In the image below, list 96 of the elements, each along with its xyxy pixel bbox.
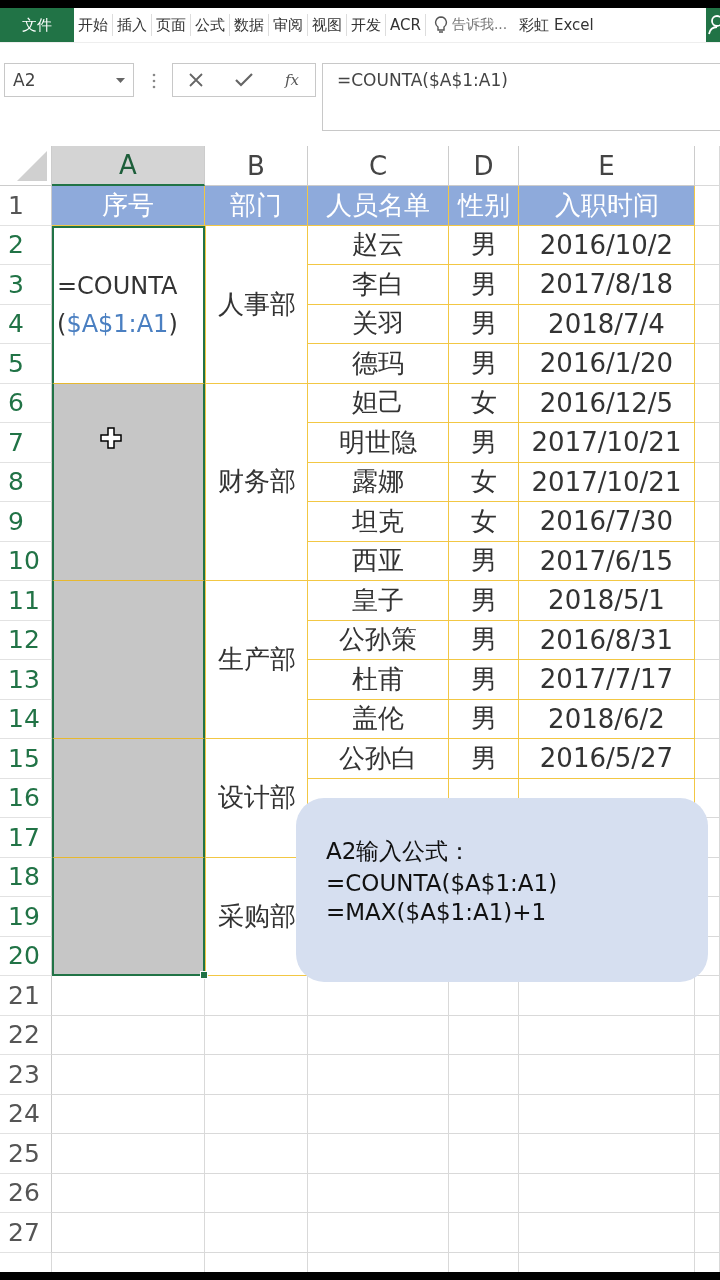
header-cell: 部门	[205, 186, 308, 226]
row-header[interactable]: 25	[0, 1134, 52, 1174]
dropdown-caret-icon	[116, 77, 125, 83]
callout-text: =MAX($A$1:A1)+1	[326, 899, 548, 925]
tell-me-search[interactable]: 告诉我...	[433, 16, 508, 34]
ribbon-tab[interactable]: 页面	[152, 14, 191, 36]
fill-handle[interactable]	[200, 971, 208, 979]
header-cell: 入职时间	[519, 186, 695, 226]
account-name[interactable]: 彩虹 Excel	[519, 15, 594, 35]
column-header[interactable]: C	[308, 146, 449, 186]
cancel-icon[interactable]	[189, 73, 203, 87]
ribbon-tab[interactable]: 开始	[74, 14, 113, 36]
row-header[interactable]: 22	[0, 1015, 52, 1055]
date-cell: 2016/1/20	[519, 344, 695, 384]
ribbon-tab[interactable]: 公式	[191, 14, 230, 36]
name-cell: 关羽	[308, 304, 449, 344]
file-tab[interactable]: 文件	[0, 8, 74, 42]
insert-function-button[interactable]: fx	[284, 71, 299, 89]
name-cell: 德玛	[308, 344, 449, 384]
date-cell: 2018/7/4	[519, 304, 695, 344]
column-header[interactable]: A	[52, 146, 205, 186]
name-cell: 公孙策	[308, 620, 449, 660]
date-cell: 2016/8/31	[519, 620, 695, 660]
ribbon-tab[interactable]: 审阅	[269, 14, 308, 36]
selected-cell[interactable]	[52, 383, 205, 581]
ribbon-tab[interactable]: ACR	[386, 14, 426, 36]
name-cell: 杜甫	[308, 660, 449, 700]
department-cell: 设计部	[205, 739, 308, 858]
gender-cell: 男	[449, 541, 519, 581]
check-icon[interactable]	[234, 73, 253, 87]
date-cell: 2017/10/21	[519, 423, 695, 463]
gender-cell: 男	[449, 699, 519, 739]
ribbon-tab[interactable]: 插入	[113, 14, 152, 36]
date-cell: 2017/6/15	[519, 541, 695, 581]
name-cell: 明世隐	[308, 423, 449, 463]
name-cell: 李白	[308, 265, 449, 305]
name-cell: 西亚	[308, 541, 449, 581]
date-cell: 2017/10/21	[519, 462, 695, 502]
row-header[interactable]: 21	[0, 976, 52, 1016]
date-cell: 2016/10/2	[519, 225, 695, 265]
date-cell: 2017/8/18	[519, 265, 695, 305]
date-cell: 2016/12/5	[519, 383, 695, 423]
person-icon	[708, 15, 720, 35]
date-cell: 2016/7/30	[519, 502, 695, 542]
lightbulb-icon	[433, 16, 448, 34]
name-cell: 盖伦	[308, 699, 449, 739]
gender-cell: 男	[449, 739, 519, 779]
cross-cursor-icon	[100, 427, 122, 449]
formula-text: =COUNTA($A$1:A1)	[56, 271, 179, 340]
more-icon[interactable]	[152, 73, 156, 89]
ribbon-tab[interactable]: 视图	[308, 14, 347, 36]
gender-cell: 男	[449, 265, 519, 305]
header-cell: 性别	[449, 186, 519, 226]
gender-cell: 男	[449, 225, 519, 265]
column-header[interactable]: E	[519, 146, 695, 186]
department-cell: 财务部	[205, 383, 308, 581]
ribbon-tab[interactable]: 数据	[230, 14, 269, 36]
share-button[interactable]	[706, 8, 720, 42]
selected-cell[interactable]	[52, 857, 205, 976]
selected-cell[interactable]	[52, 581, 205, 739]
gender-cell: 女	[449, 462, 519, 502]
gender-cell: 男	[449, 660, 519, 700]
name-box[interactable]: A2	[4, 63, 134, 97]
name-cell: 坦克	[308, 502, 449, 542]
callout-text: A2输入公式：	[326, 837, 473, 866]
department-cell: 人事部	[205, 225, 308, 384]
name-cell: 露娜	[308, 462, 449, 502]
date-cell: 2018/6/2	[519, 699, 695, 739]
gender-cell: 男	[449, 581, 519, 621]
header-cell: 序号	[52, 186, 205, 226]
name-cell: 妲己	[308, 383, 449, 423]
department-cell: 生产部	[205, 581, 308, 739]
date-cell: 2018/5/1	[519, 581, 695, 621]
date-cell: 2016/5/27	[519, 739, 695, 779]
editing-cell[interactable]: =COUNTA($A$1:A1)	[52, 225, 205, 384]
row-header[interactable]: 23	[0, 1055, 52, 1095]
selected-cell[interactable]	[52, 739, 205, 858]
gender-cell: 男	[449, 304, 519, 344]
gender-cell: 男	[449, 423, 519, 463]
ribbon-tab[interactable]: 开发	[347, 14, 386, 36]
gender-cell: 女	[449, 502, 519, 542]
gender-cell: 男	[449, 344, 519, 384]
formula-field[interactable]: =COUNTA($A$1:A1)	[322, 63, 720, 131]
row-header[interactable]: 27	[0, 1213, 52, 1253]
column-header[interactable]: D	[449, 146, 519, 186]
gender-cell: 男	[449, 620, 519, 660]
date-cell: 2017/7/17	[519, 660, 695, 700]
row-header[interactable]: 24	[0, 1094, 52, 1134]
name-cell: 皇子	[308, 581, 449, 621]
column-header[interactable]: B	[205, 146, 308, 186]
gender-cell: 女	[449, 383, 519, 423]
name-cell: 赵云	[308, 225, 449, 265]
callout-text: =COUNTA($A$1:A1)	[326, 870, 559, 896]
row-header[interactable]: 26	[0, 1173, 52, 1213]
name-cell: 公孙白	[308, 739, 449, 779]
header-cell: 人员名单	[308, 186, 449, 226]
